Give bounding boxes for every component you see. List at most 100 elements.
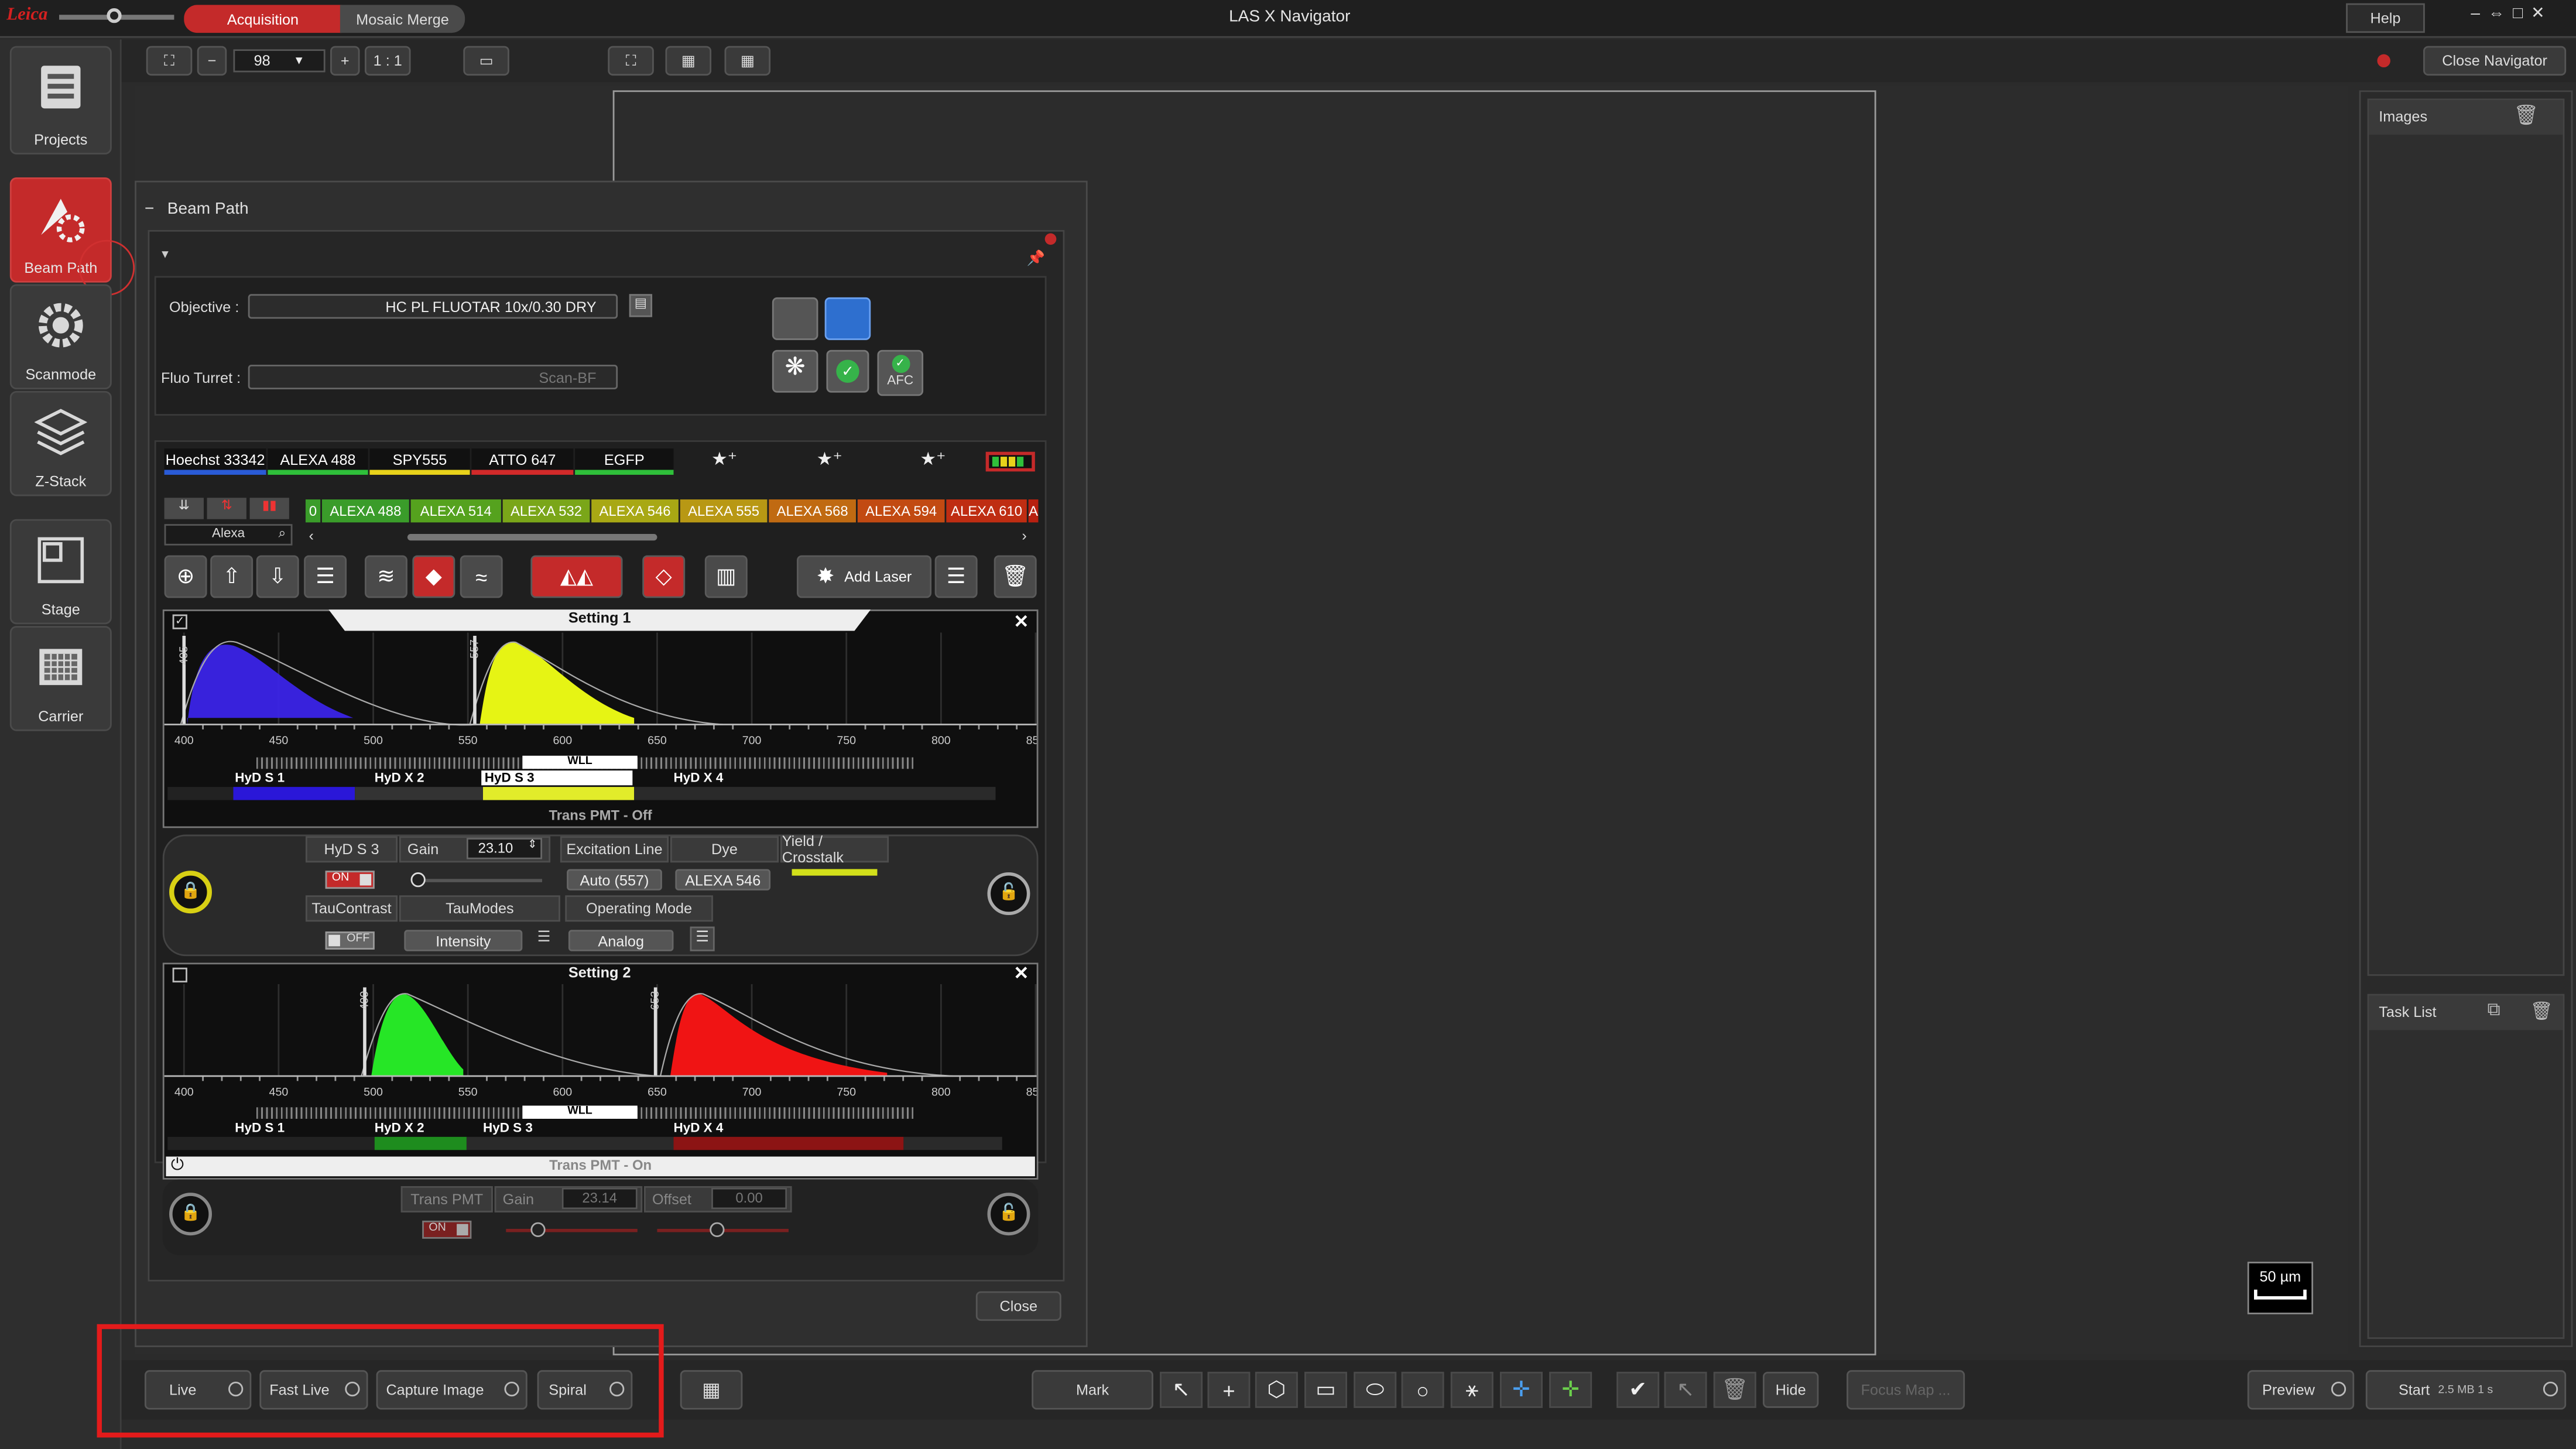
- setting2-checkbox[interactable]: [172, 967, 187, 983]
- dye-tab[interactable]: EGFP: [575, 448, 674, 475]
- autofocus-icon[interactable]: ✛: [1549, 1372, 1592, 1408]
- setting2-power-toggle[interactable]: ON: [422, 1220, 472, 1239]
- dye-chip[interactable]: ALEXA 555: [680, 499, 768, 523]
- setting1-detector-hyd-x2[interactable]: HyD X 2: [375, 770, 424, 785]
- fluo-turret-select[interactable]: Scan-BF: [248, 364, 618, 390]
- sequential-layers-icon[interactable]: ≋: [364, 555, 407, 598]
- setting2-trans-pmt-bar[interactable]: Trans PMT - On: [166, 1156, 1035, 1177]
- setting2-spectrum[interactable]: 499 653 400 450 500 550 600 650 700 750 800 850: [164, 984, 1037, 1102]
- setting2-detector-hyd-s1[interactable]: HyD S 1: [235, 1121, 285, 1135]
- trash-icon[interactable]: 🗑: [1713, 1372, 1756, 1408]
- trash-icon[interactable]: 🗑: [2530, 1001, 2553, 1022]
- setting2-offset-input[interactable]: 0.00: [711, 1187, 787, 1210]
- chevron-right-icon[interactable]: ›: [1022, 527, 1026, 544]
- select-all-icon[interactable]: ↖: [1664, 1372, 1707, 1408]
- sidebar-item-projects[interactable]: Projects: [9, 46, 112, 155]
- view-single-button[interactable]: ▭: [463, 46, 509, 76]
- list-icon[interactable]: ☰: [537, 928, 560, 951]
- dye-chip[interactable]: 0: [305, 499, 321, 523]
- afc-button[interactable]: ✓ AFC: [877, 350, 924, 396]
- sequential-frame-icon[interactable]: ◆: [412, 555, 455, 598]
- dye-tab[interactable]: Hoechst 33342: [164, 448, 266, 475]
- sequential-line-icon[interactable]: ≈: [460, 555, 503, 598]
- download-icon[interactable]: ⇩: [256, 555, 299, 598]
- palette-icon[interactable]: ▥: [704, 555, 748, 598]
- tab-acquisition[interactable]: Acquisition: [184, 5, 342, 33]
- dye-search-input[interactable]: Alexa ⌕: [164, 524, 293, 546]
- tab-mosaic-merge[interactable]: Mosaic Merge: [340, 5, 465, 33]
- grid-3x3-button[interactable]: ▦: [665, 46, 712, 76]
- close-navigator-button[interactable]: Close Navigator: [2423, 46, 2567, 76]
- setting1-spectrum[interactable]: 405 557 400 450 500 550 600 650 700 750 800 850: [164, 632, 1037, 751]
- window-controls[interactable]: –⇔□✕: [2471, 5, 2569, 28]
- dye-chip[interactable]: ALEXA 488: [321, 499, 409, 523]
- ellipse-icon[interactable]: ⬭: [1354, 1372, 1397, 1408]
- polygon-icon[interactable]: ⬡: [1255, 1372, 1298, 1408]
- preview-button[interactable]: Preview: [2247, 1370, 2355, 1410]
- sort-down-button[interactable]: ⇊: [164, 498, 204, 519]
- zoom-in-button[interactable]: +: [330, 46, 360, 76]
- setting2-close-icon[interactable]: ✕: [1013, 962, 1029, 984]
- mark-button[interactable]: Mark: [1032, 1370, 1153, 1410]
- lock-icon[interactable]: 🔒: [169, 1193, 212, 1236]
- zoom-input[interactable]: 98 ▼: [233, 49, 326, 73]
- filter-button[interactable]: [772, 297, 818, 340]
- turret-button[interactable]: ❋: [772, 350, 818, 393]
- setting1-power-toggle[interactable]: ON: [325, 871, 375, 889]
- dye-chip[interactable]: ALEXA 546: [591, 499, 679, 523]
- check-icon[interactable]: ✔: [1616, 1372, 1660, 1408]
- check-button[interactable]: ✓: [826, 350, 869, 393]
- wand-icon[interactable]: ⚹: [1450, 1372, 1493, 1408]
- sidebar-item-scanmode[interactable]: Scanmode: [9, 284, 112, 390]
- ratio-button[interactable]: 1 : 1: [364, 46, 411, 76]
- dye-tab[interactable]: SPY555: [369, 448, 470, 475]
- setting1-checkbox[interactable]: ✓: [172, 614, 187, 629]
- view-fit-button[interactable]: ⛶: [608, 46, 654, 76]
- focus-map-button[interactable]: Focus Map ...: [1847, 1370, 1965, 1410]
- list-icon[interactable]: ☰: [304, 555, 347, 598]
- setting1-detector-hyd-s1[interactable]: HyD S 1: [235, 770, 285, 785]
- unlock-icon[interactable]: 🔓: [987, 872, 1030, 916]
- lock-icon[interactable]: 🔒: [169, 871, 212, 914]
- copy-icon[interactable]: ⧉: [2487, 1001, 2500, 1022]
- chevron-left-icon[interactable]: ‹: [309, 527, 314, 544]
- zoom-slider-handle[interactable]: [107, 8, 122, 23]
- sidebar-item-z-stack[interactable]: Z-Stack: [9, 390, 112, 496]
- fit-icon[interactable]: ⛶: [146, 46, 193, 76]
- sort-red-button[interactable]: ▮▮: [249, 498, 289, 519]
- dye-chip[interactable]: A: [1028, 499, 1039, 523]
- list-icon[interactable]: ☰: [690, 926, 715, 951]
- rectangle-icon[interactable]: ▭: [1304, 1372, 1348, 1408]
- upload-icon[interactable]: ⇧: [210, 555, 254, 598]
- setting2-detector-hyd-x4[interactable]: HyD X 4: [674, 1121, 724, 1135]
- circle-icon[interactable]: ○: [1401, 1372, 1444, 1408]
- sidebar-item-stage[interactable]: Stage: [9, 519, 112, 625]
- unlock-icon[interactable]: 🔓: [987, 1193, 1030, 1236]
- dye-chip[interactable]: ALEXA 610: [946, 499, 1027, 523]
- dye-chip[interactable]: ALEXA 568: [769, 499, 856, 523]
- setting1-gain-slider-handle[interactable]: [410, 872, 426, 888]
- add-icon[interactable]: ⊕: [164, 555, 207, 598]
- setting1-detector-hyd-s3[interactable]: HyD S 3: [481, 770, 633, 786]
- setting2-offset-slider-handle[interactable]: [710, 1222, 725, 1238]
- setting1-tau-toggle[interactable]: OFF: [325, 931, 375, 950]
- setting1-excitation-select[interactable]: Auto (557): [567, 869, 662, 890]
- setting1-detector-hyd-x4[interactable]: HyD X 4: [674, 770, 724, 785]
- hide-button[interactable]: Hide: [1762, 1372, 1819, 1408]
- power-icon[interactable]: ⏻: [171, 1157, 184, 1175]
- setting2-gain-input[interactable]: 23.14: [561, 1187, 638, 1210]
- crosshair-icon[interactable]: +: [1207, 1372, 1251, 1408]
- laser-list-icon[interactable]: ☰: [934, 555, 978, 598]
- setting2-gain-slider-handle[interactable]: [530, 1222, 546, 1238]
- pin-icon[interactable]: 📌: [1027, 250, 1045, 268]
- stepper-icon[interactable]: ⇕: [527, 838, 537, 851]
- close-dialog-button[interactable]: Close: [975, 1291, 1061, 1321]
- chevron-down-icon[interactable]: ▼: [159, 250, 170, 262]
- objective-info-icon[interactable]: ▤: [629, 294, 653, 317]
- trash-icon[interactable]: 🗑: [2513, 104, 2539, 126]
- delete-icon[interactable]: 🗑: [994, 555, 1037, 598]
- help-button[interactable]: Help: [2346, 3, 2425, 33]
- pointer-icon[interactable]: ↖: [1160, 1372, 1203, 1408]
- setting1-gain-slider[interactable]: [414, 879, 543, 882]
- favorite-star[interactable]: ★⁺: [920, 448, 946, 470]
